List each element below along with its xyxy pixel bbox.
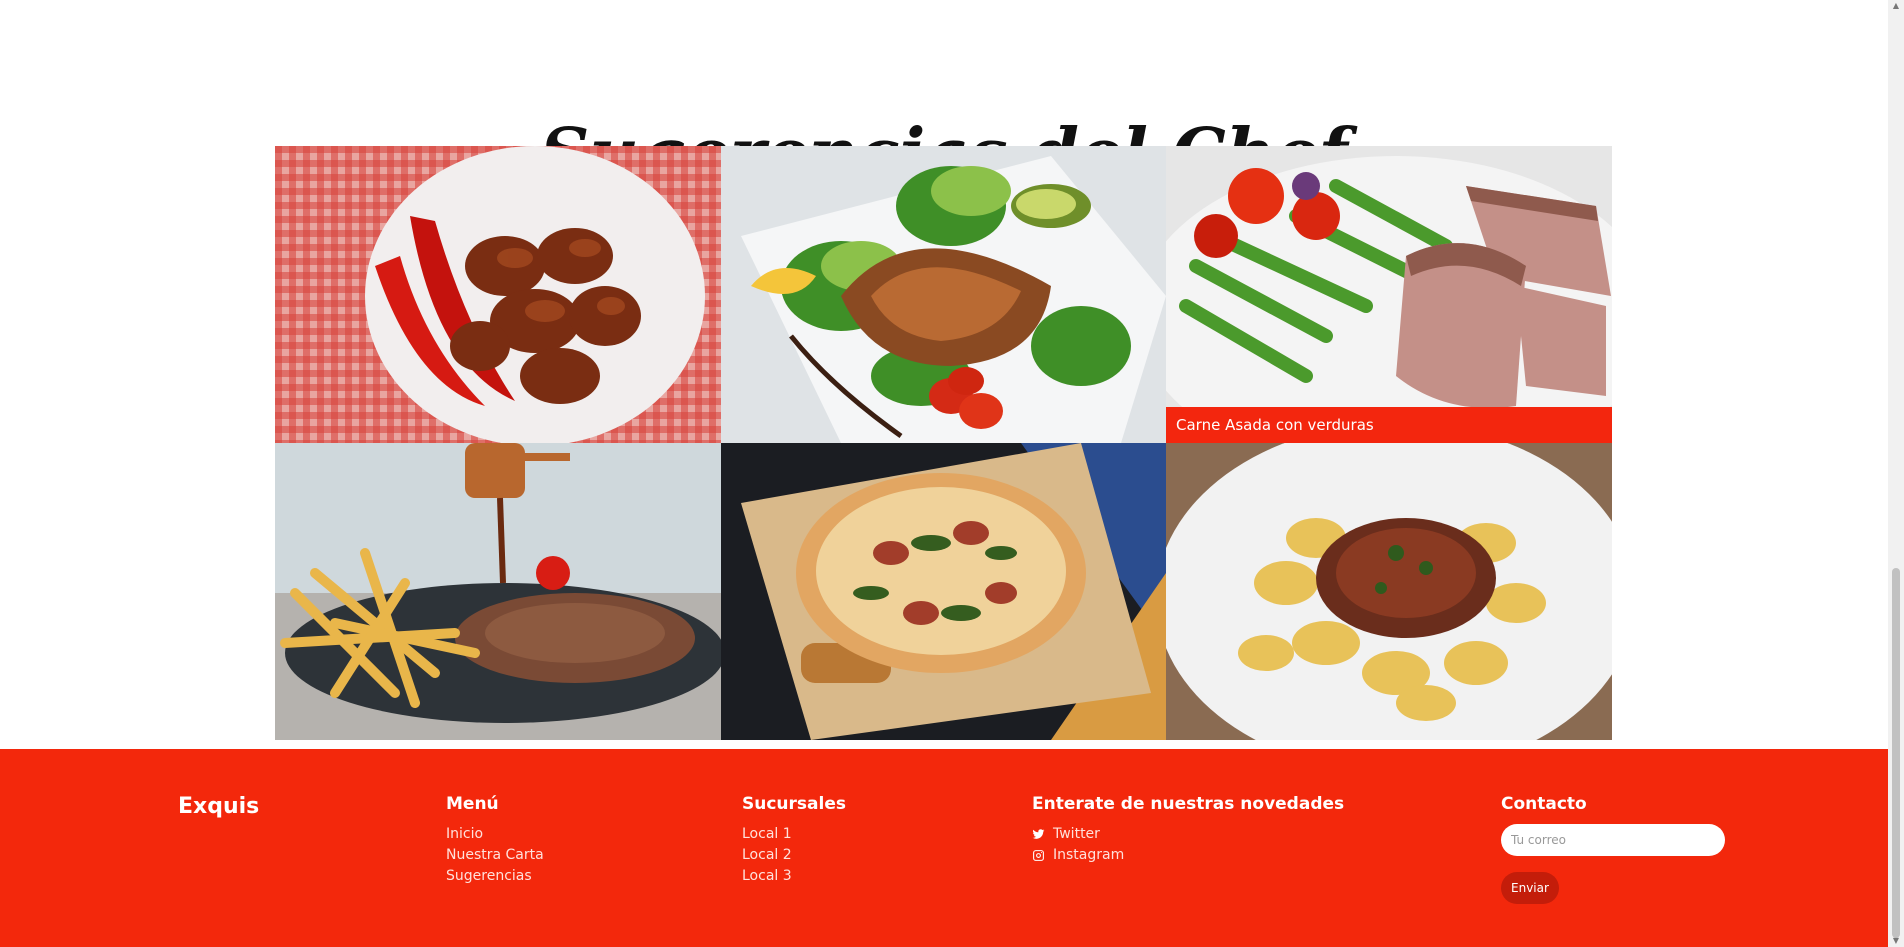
footer-link-local-2[interactable]: Local 2 bbox=[742, 845, 846, 866]
footer-link-local-1[interactable]: Local 1 bbox=[742, 824, 846, 845]
pizza-image bbox=[721, 443, 1166, 740]
scroll-down-icon[interactable]: ▼ bbox=[1892, 937, 1900, 945]
scrollbar-thumb[interactable] bbox=[1892, 568, 1900, 938]
gallery-item-steak-fries[interactable] bbox=[275, 443, 721, 740]
gallery-item-chicken-wings[interactable] bbox=[275, 146, 721, 443]
chef-suggestions-gallery: Carne Asada con verduras bbox=[275, 146, 1612, 740]
footer-contact-title: Contacto bbox=[1501, 794, 1587, 814]
instagram-label: Instagram bbox=[1053, 847, 1125, 863]
footer-menu: Menú Inicio Nuestra Carta Sugerencias bbox=[446, 794, 544, 887]
gallery-item-tortellini[interactable] bbox=[1166, 443, 1612, 740]
footer-link-local-3[interactable]: Local 3 bbox=[742, 866, 846, 887]
twitter-link[interactable]: Twitter bbox=[1032, 824, 1344, 845]
footer: Exquis Menú Inicio Nuestra Carta Sugeren… bbox=[0, 749, 1888, 947]
gallery-item-grilled-salmon[interactable] bbox=[721, 146, 1166, 443]
chicken-wings-image bbox=[275, 146, 721, 443]
steak-fries-image bbox=[275, 443, 721, 740]
page: Sugerencias del Chef bbox=[0, 0, 1888, 947]
footer-branches-title: Sucursales bbox=[742, 794, 846, 814]
footer-branches: Sucursales Local 1 Local 2 Local 3 bbox=[742, 794, 846, 887]
grilled-salmon-image bbox=[721, 146, 1166, 443]
footer-link-sugerencias[interactable]: Sugerencias bbox=[446, 866, 544, 887]
footer-brand[interactable]: Exquis bbox=[178, 794, 259, 819]
gallery-item-carne-asada[interactable]: Carne Asada con verduras bbox=[1166, 146, 1612, 443]
footer-news: Enterate de nuestras novedades Twitter I… bbox=[1032, 794, 1344, 866]
steak-asparagus-image bbox=[1166, 146, 1612, 443]
footer-news-title: Enterate de nuestras novedades bbox=[1032, 794, 1345, 814]
footer-link-nuestra-carta[interactable]: Nuestra Carta bbox=[446, 845, 544, 866]
gallery-item-pizza[interactable] bbox=[721, 443, 1166, 740]
instagram-link[interactable]: Instagram bbox=[1032, 845, 1344, 866]
footer-menu-title: Menú bbox=[446, 794, 499, 814]
tortellini-image bbox=[1166, 443, 1612, 740]
footer-contact: Contacto Enviar bbox=[1501, 794, 1725, 904]
instagram-icon bbox=[1033, 850, 1044, 861]
scroll-up-icon[interactable]: ▲ bbox=[1892, 2, 1900, 10]
gallery-caption: Carne Asada con verduras bbox=[1166, 407, 1612, 443]
footer-link-inicio[interactable]: Inicio bbox=[446, 824, 544, 845]
twitter-label: Twitter bbox=[1053, 826, 1100, 842]
vertical-scrollbar[interactable]: ▲ ▼ bbox=[1888, 0, 1904, 947]
send-button[interactable]: Enviar bbox=[1501, 872, 1559, 904]
twitter-icon bbox=[1032, 829, 1045, 839]
email-field[interactable] bbox=[1501, 824, 1725, 856]
